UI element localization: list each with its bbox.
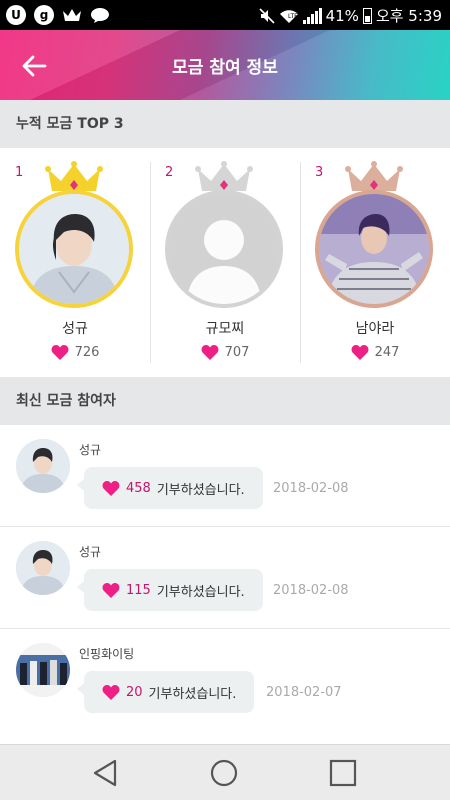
donation-text: 기부하셨습니다.: [156, 482, 245, 498]
battery-percent: 41%: [325, 6, 359, 25]
status-bar: U g LTE 41% 오후 5:39: [0, 0, 450, 30]
donor-name: 성규: [79, 545, 102, 559]
clock: 오후 5:39: [375, 7, 442, 25]
heart-icon: [51, 345, 69, 360]
member-photo: [319, 194, 429, 304]
likes-count: 726: [74, 344, 100, 360]
donation-bubble: 115 기부하셨습니다.: [77, 569, 263, 611]
status-notification-icons: U g: [6, 5, 110, 25]
rank-card-2[interactable]: 2 규모찌 707: [150, 148, 300, 377]
donation-bubble: 20 기부하셨습니다.: [76, 671, 255, 713]
heart-icon: [102, 583, 120, 598]
home-nav-icon[interactable]: [209, 758, 239, 788]
heart-icon: [201, 345, 219, 360]
silver-crown-icon: [195, 161, 253, 191]
navigation-bar: [0, 744, 450, 800]
heart-icon: [102, 481, 120, 496]
rank-card-1[interactable]: 1 성규 726: [0, 148, 150, 377]
donation-date: 2018-02-07: [266, 685, 342, 700]
recents-nav-icon[interactable]: [328, 758, 358, 788]
donation-amount: 20: [126, 684, 143, 700]
likes-count: 247: [374, 344, 400, 360]
member-photo: [19, 194, 129, 304]
recent-section-title: 최신 모금 참여자: [0, 377, 450, 425]
avatar: [16, 643, 70, 697]
wifi-icon: LTE: [279, 9, 298, 23]
avatar: [16, 541, 70, 595]
list-item[interactable]: 성규 458 기부하셨습니다. 2018-02-08: [0, 425, 450, 527]
top3-section-title: 누적 모금 TOP 3: [0, 100, 450, 148]
avatar: [165, 190, 283, 308]
member-photo: [16, 541, 70, 595]
likes-count: 707: [224, 344, 250, 360]
signal-icon: [302, 7, 322, 24]
donation-amount: 115: [126, 582, 151, 598]
donation-date: 2018-02-08: [273, 481, 349, 496]
rank-number: 1: [15, 165, 24, 180]
donor-name: 인핑화이팅: [79, 647, 135, 661]
crown-app-icon: [63, 9, 81, 21]
battery-icon: [362, 7, 372, 24]
rank-likes: 726: [0, 344, 150, 360]
g-app-icon: g: [34, 5, 54, 25]
back-nav-icon[interactable]: [90, 758, 120, 788]
donation-text: 기부하셨습니다.: [156, 584, 245, 600]
top3-list: 1 성규 726 2 규모찌 707 3 남야라 247: [0, 148, 450, 377]
app-header: 모금 참여 정보: [0, 30, 450, 100]
status-system-icons: LTE 41% 오후 5:39: [259, 5, 442, 26]
rank-name: 규모찌: [205, 321, 245, 337]
svg-text:LTE: LTE: [288, 13, 298, 20]
avatar: [15, 190, 133, 308]
rank-number: 2: [165, 165, 174, 180]
mute-icon: [259, 7, 275, 24]
rank-likes: 707: [150, 344, 300, 360]
donor-name: 성규: [79, 443, 102, 457]
donation-amount: 458: [126, 480, 151, 496]
rank-name: 남야라: [355, 321, 395, 337]
avatar: [16, 439, 70, 493]
donation-bubble: 458 기부하셨습니다.: [77, 467, 263, 509]
rank-card-3[interactable]: 3 남야라 247: [300, 148, 450, 377]
gold-crown-icon: [45, 161, 103, 191]
member-photo: [16, 439, 70, 493]
list-item[interactable]: 성규 115 기부하셨습니다. 2018-02-08: [0, 527, 450, 629]
heart-icon: [351, 345, 369, 360]
u-app-icon: U: [6, 5, 26, 25]
recent-list: 성규 458 기부하셨습니다. 2018-02-08 성규 115 기부하셨습니…: [0, 425, 450, 731]
default-profile-icon: [169, 194, 279, 304]
donation-text: 기부하셨습니다.: [148, 686, 237, 702]
chat-bubble-icon: [91, 8, 109, 23]
page-title: 모금 참여 정보: [172, 58, 278, 78]
rank-name: 성규: [62, 321, 88, 337]
rank-likes: 247: [300, 344, 450, 360]
group-photo: [16, 643, 70, 697]
rank-number: 3: [315, 165, 324, 180]
bronze-crown-icon: [345, 161, 403, 191]
heart-icon: [102, 685, 120, 700]
list-item[interactable]: 인핑화이팅 20 기부하셨습니다. 2018-02-07: [0, 629, 450, 731]
avatar: [315, 190, 433, 308]
donation-date: 2018-02-08: [273, 583, 349, 598]
